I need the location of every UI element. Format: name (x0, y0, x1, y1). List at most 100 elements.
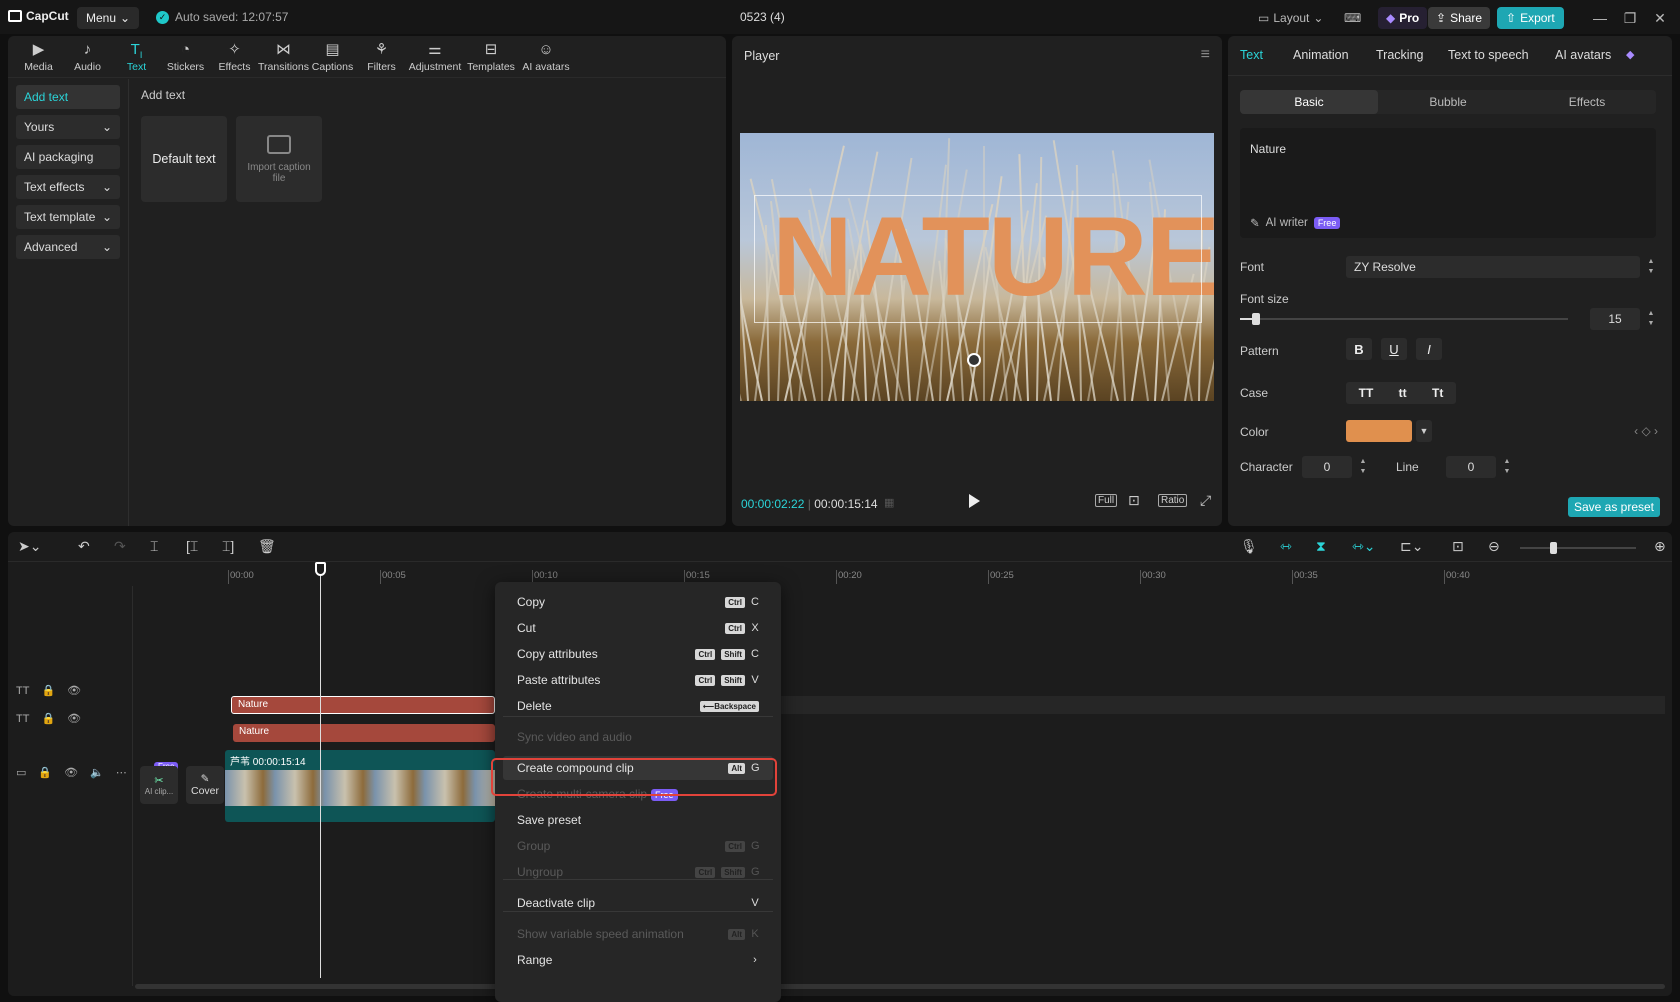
cover-button[interactable]: ✎ Cover (186, 766, 224, 804)
font-size-slider-knob[interactable] (1252, 313, 1261, 325)
menu-item-delete[interactable]: Delete ⟵Backspace (495, 694, 781, 718)
lock-icon[interactable]: 🔒 (41, 684, 55, 697)
shortcuts-icon[interactable]: ⌨ (1344, 7, 1361, 29)
text-content-input[interactable]: Nature ✎ AI writer Free (1240, 128, 1656, 238)
microphone-icon[interactable]: 🎙 (1240, 538, 1258, 555)
line-spacing-input[interactable]: 0 (1446, 456, 1496, 478)
menu-button[interactable]: Menu ⌄ (77, 7, 140, 29)
split-icon[interactable]: ⌶ (150, 538, 158, 555)
preview-axis-icon[interactable]: ⇿⌄ (1352, 538, 1375, 555)
tool-templates[interactable]: ⊟ Templates (464, 36, 518, 78)
full-button[interactable]: Full (1095, 494, 1118, 507)
tool-adjustment[interactable]: ⚌ Adjustment (406, 36, 464, 78)
import-caption-card[interactable]: Import caption file (236, 116, 322, 202)
lock-icon[interactable]: 🔒 (38, 766, 52, 779)
menu-item-copy[interactable]: Copy Ctrl C (495, 590, 781, 614)
ai-writer-button[interactable]: ✎ AI writer Free (1250, 216, 1341, 230)
eye-icon[interactable]: 👁 (64, 766, 78, 779)
link-icon[interactable]: ⧗ (1316, 538, 1326, 555)
timeline-ruler[interactable]: 00:00 00:05 00:10 00:15 00:20 00:25 00:30 00:35… (133, 562, 1672, 586)
hamburger-icon[interactable]: ≡ (1201, 46, 1210, 64)
text-selection-box[interactable] (754, 195, 1202, 323)
tool-ai-avatars[interactable]: ☺ AI avatars (518, 36, 574, 78)
minimize-icon[interactable]: — (1592, 10, 1608, 26)
line-stepper-icon[interactable]: ▲ ▼ (1502, 457, 1512, 479)
share-button[interactable]: ⇪ Share (1428, 7, 1491, 29)
tab-ai-avatars[interactable]: AI avatars (1555, 48, 1611, 62)
tab-tracking[interactable]: Tracking (1376, 48, 1423, 62)
split-left-icon[interactable]: [⌶ (186, 538, 198, 555)
font-size-input[interactable]: 15 (1590, 308, 1640, 330)
select-tool-icon[interactable]: ➤⌄ (18, 538, 41, 555)
thumbnail-icon[interactable]: ⊡ (1452, 538, 1464, 555)
save-as-preset-button[interactable]: Save as preset (1567, 497, 1660, 517)
screenshot-icon[interactable]: ⊡ (1128, 492, 1140, 509)
rotate-handle-icon[interactable] (967, 353, 981, 367)
text-clip-nature-1[interactable]: Nature (231, 696, 495, 714)
tool-media[interactable]: ▶ Media (14, 36, 63, 78)
redo-icon[interactable]: ↷ (114, 538, 126, 555)
video-clip[interactable]: 芦苇 00:00:15:14 (225, 750, 495, 822)
subtab-bubble[interactable]: Bubble (1379, 90, 1517, 114)
text-clip-nature-2[interactable]: Nature (233, 724, 495, 742)
sidenav-ai-packaging[interactable]: AI packaging (16, 145, 120, 169)
tool-transitions[interactable]: ⋈ Transitions (258, 36, 309, 78)
magnet-icon[interactable]: ⇿ (1280, 538, 1292, 555)
snap-icon[interactable]: ⊏⌄ (1400, 538, 1423, 555)
sidenav-advanced[interactable]: Advanced ⌄ (16, 235, 120, 259)
zoom-in-icon[interactable]: ⊕ (1654, 538, 1666, 555)
case-upper-button[interactable]: TT (1359, 386, 1374, 400)
zoom-slider[interactable] (1520, 542, 1636, 554)
character-stepper-icon[interactable]: ▲ ▼ (1358, 457, 1368, 479)
chevron-down-icon[interactable]: ▼ (1416, 420, 1432, 442)
keyframe-icon[interactable]: ‹ ◇ › (1634, 424, 1658, 438)
menu-item-cut[interactable]: Cut Ctrl X (495, 616, 781, 640)
menu-item-copy-attributes[interactable]: Copy attributes Ctrl Shift C (495, 642, 781, 666)
bold-button[interactable]: B (1346, 338, 1372, 360)
eye-icon[interactable]: 👁 (67, 712, 81, 725)
timeline-grid-icon[interactable]: ▦ (884, 496, 894, 509)
font-select[interactable]: ZY Resolve (1346, 256, 1640, 278)
layout-button[interactable]: ▭ Layout ⌄ (1258, 7, 1323, 29)
italic-button[interactable]: I (1416, 338, 1442, 360)
menu-item-deactivate-clip[interactable]: Deactivate clip V (495, 891, 781, 915)
tool-audio[interactable]: ♪ Audio (63, 36, 112, 78)
menu-item-save-preset[interactable]: Save preset (495, 808, 781, 832)
tool-filters[interactable]: ⚘ Filters (357, 36, 406, 78)
fullscreen-icon[interactable]: ⤢ (1200, 492, 1211, 509)
undo-icon[interactable]: ↶ (78, 538, 90, 555)
case-title-button[interactable]: Tt (1432, 386, 1443, 400)
tab-animation[interactable]: Animation (1293, 48, 1349, 62)
close-icon[interactable]: ✕ (1652, 10, 1668, 27)
pro-button[interactable]: ◆ Pro (1378, 7, 1428, 29)
playhead[interactable] (320, 562, 321, 978)
timeline-scrollbar[interactable] (135, 984, 1665, 989)
subtab-effects[interactable]: Effects (1518, 90, 1656, 114)
video-preview[interactable]: NATURE (740, 133, 1214, 401)
ai-clip-button[interactable]: ✂ AI clip... (140, 766, 178, 804)
export-button[interactable]: ⇧ Export (1497, 7, 1564, 29)
sidenav-add-text[interactable]: Add text (16, 85, 120, 109)
sidenav-yours[interactable]: Yours ⌄ (16, 115, 120, 139)
menu-item-paste-attributes[interactable]: Paste attributes Ctrl Shift V (495, 668, 781, 692)
restore-icon[interactable]: ❐ (1622, 10, 1638, 27)
tool-stickers[interactable]: ◔ Stickers (161, 36, 210, 78)
eye-icon[interactable]: 👁 (67, 684, 81, 697)
font-select-arrows-icon[interactable]: ▲ ▼ (1646, 257, 1656, 279)
play-icon[interactable] (969, 494, 980, 508)
split-right-icon[interactable]: ⌶] (222, 538, 234, 555)
sidenav-text-effects[interactable]: Text effects ⌄ (16, 175, 120, 199)
lock-icon[interactable]: 🔒 (41, 712, 55, 725)
volume-icon[interactable]: 🔈 (90, 766, 104, 779)
underline-button[interactable]: U (1381, 338, 1407, 360)
default-text-card[interactable]: Default text (141, 116, 227, 202)
subtab-basic[interactable]: Basic (1240, 90, 1378, 114)
delete-icon[interactable]: 🗑 (258, 538, 276, 555)
ratio-button[interactable]: Ratio (1158, 494, 1188, 507)
font-size-stepper-icon[interactable]: ▲ ▼ (1646, 309, 1656, 331)
playhead-handle[interactable] (315, 562, 326, 576)
font-size-slider[interactable] (1240, 313, 1568, 325)
tool-effects[interactable]: ✧ Effects (210, 36, 259, 78)
character-spacing-input[interactable]: 0 (1302, 456, 1352, 478)
zoom-out-icon[interactable]: ⊖ (1488, 538, 1500, 555)
